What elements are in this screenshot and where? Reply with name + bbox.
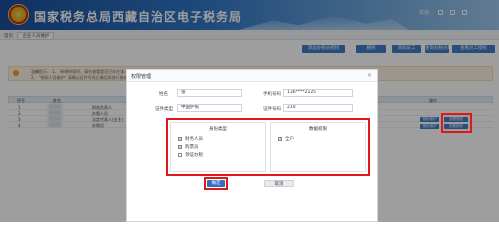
dialog-title: 权限管理 bbox=[131, 74, 152, 80]
highlight-permission-box bbox=[166, 118, 370, 176]
idno-field[interactable]: 210 bbox=[283, 104, 353, 112]
idtype-label: 证件类型 bbox=[155, 107, 173, 112]
permission-dialog: 权限管理 × 姓名 张 手机号码 136****2125 证件类型 中国护照 证… bbox=[126, 69, 378, 222]
name-field[interactable]: 张 bbox=[177, 89, 242, 97]
name-label: 姓名 bbox=[159, 92, 168, 97]
phone-label: 手机号码 bbox=[263, 92, 281, 97]
idno-label: 证件号码 bbox=[263, 107, 281, 112]
confirm-button[interactable]: 确定 bbox=[207, 180, 225, 187]
dialog-header: 权限管理 × bbox=[127, 70, 377, 82]
close-icon[interactable]: × bbox=[367, 72, 372, 79]
highlight-action-box bbox=[441, 113, 472, 133]
idtype-select[interactable]: 中国护照 bbox=[177, 104, 242, 112]
cancel-button[interactable]: 取消 bbox=[264, 180, 294, 187]
phone-field[interactable]: 136****2125 bbox=[283, 89, 353, 97]
